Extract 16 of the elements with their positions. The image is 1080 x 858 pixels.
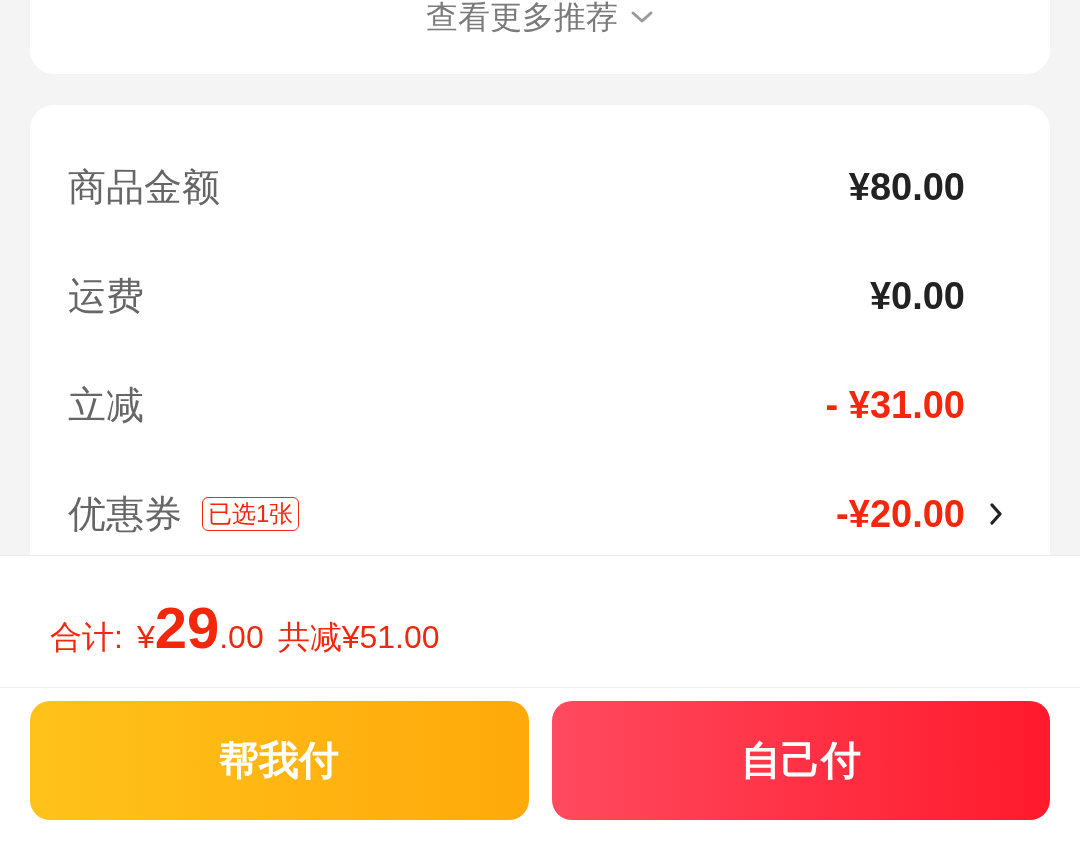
row-label: 优惠券 bbox=[68, 491, 182, 536]
coupon-tag: 已选1张 bbox=[202, 496, 300, 531]
total-label: 合计: bbox=[50, 618, 123, 657]
amount-value: ¥0.00 bbox=[869, 273, 965, 318]
row-label: 运费 bbox=[68, 273, 144, 318]
amount-value: - ¥31.00 bbox=[825, 382, 965, 427]
chevron-right-icon[interactable] bbox=[989, 501, 1003, 526]
row-label: 商品金额 bbox=[68, 164, 220, 209]
more-recommendations-link[interactable]: 查看更多推荐 bbox=[426, 0, 654, 34]
pay-myself-button[interactable]: 自己付 bbox=[551, 701, 1050, 820]
total-price: ¥29.00 bbox=[136, 594, 264, 661]
chevron-down-icon bbox=[630, 10, 654, 24]
amount-value: -¥20.00 bbox=[836, 491, 965, 536]
savings-text: 共减¥51.00 bbox=[277, 618, 440, 657]
amount-value: ¥80.00 bbox=[848, 164, 965, 209]
row-label: 立减 bbox=[68, 382, 144, 427]
